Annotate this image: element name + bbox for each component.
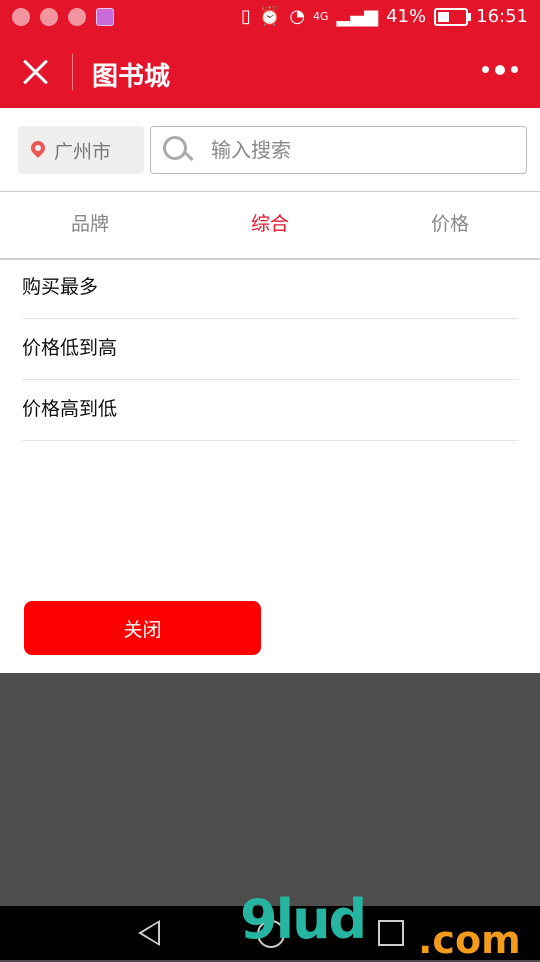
more-menu-icon[interactable] xyxy=(482,65,518,75)
tab-comprehensive[interactable]: 综合 xyxy=(180,192,360,258)
watermark-suffix: .com xyxy=(418,918,521,962)
search-input[interactable] xyxy=(209,137,513,163)
option-most-purchased[interactable]: 购买最多 xyxy=(22,258,518,319)
status-indicators: ▯ ⏰ ◔ 4G ▂▄▆ 41% 16:51 xyxy=(241,6,528,27)
location-pin-icon xyxy=(30,141,48,159)
wifi-icon: ◔ xyxy=(289,6,306,27)
battery-icon xyxy=(434,7,472,26)
recent-apps-icon[interactable] xyxy=(378,920,404,946)
sort-tabs: 品牌 综合 价格 xyxy=(0,191,540,260)
watermark-logo: 9lud xyxy=(240,888,367,951)
back-icon[interactable] xyxy=(138,920,160,946)
option-price-low-to-high[interactable]: 价格低到高 xyxy=(22,319,518,380)
close-button[interactable]: 关闭 xyxy=(24,601,261,655)
tab-price[interactable]: 价格 xyxy=(360,192,540,258)
tab-brand[interactable]: 品牌 xyxy=(0,192,180,258)
app-bar: 图书城 xyxy=(0,36,540,108)
notification-icons xyxy=(12,8,114,26)
option-price-high-to-low[interactable]: 价格高到低 xyxy=(22,380,518,441)
alarm-icon: ⏰ xyxy=(258,6,282,27)
city-label: 广州市 xyxy=(54,140,112,163)
gallery-notification-icon xyxy=(96,8,114,26)
sort-options-list: 购买最多 价格低到高 价格高到低 xyxy=(22,258,518,441)
wechat-notification-icon xyxy=(68,8,86,26)
close-icon[interactable] xyxy=(22,58,50,86)
status-bar: ▯ ⏰ ◔ 4G ▂▄▆ 41% 16:51 xyxy=(0,0,540,36)
app-notification-icon xyxy=(12,8,30,26)
appbar-divider xyxy=(72,54,73,90)
vibrate-icon: ▯ xyxy=(241,6,251,27)
clock: 16:51 xyxy=(476,6,528,27)
page-title: 图书城 xyxy=(92,62,171,92)
signal-icon: ▂▄▆ xyxy=(336,6,379,27)
message-notification-icon xyxy=(40,8,58,26)
city-selector[interactable]: 广州市 xyxy=(18,126,144,174)
search-box[interactable] xyxy=(150,126,527,174)
search-icon xyxy=(163,136,191,164)
battery-percent: 41% xyxy=(386,6,427,27)
filter-panel: 广州市 品牌 综合 价格 购买最多 价格低到高 价格高到低 关闭 xyxy=(0,108,540,673)
network-label: 4G xyxy=(313,10,329,23)
